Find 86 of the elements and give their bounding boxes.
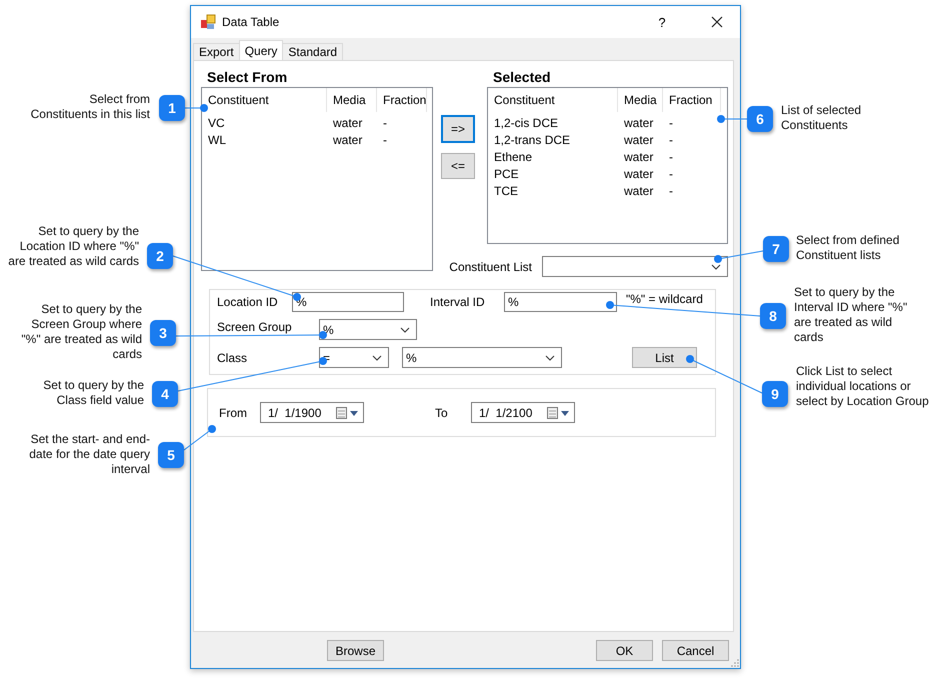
tab[interactable]: Standard: [282, 43, 344, 60]
field-label: Class: [217, 350, 248, 364]
constituent-list-dropdown[interactable]: [542, 256, 728, 277]
callout-text: Set to query by the Interval ID where "%" are treated as wild cards: [794, 285, 908, 345]
input-field[interactable]: %: [504, 292, 617, 312]
list-cell-text: WL: [207, 132, 227, 146]
list-cell-text: -: [668, 166, 674, 180]
list-cell-text: -: [668, 116, 674, 130]
list-cell-text: water: [623, 166, 654, 180]
browse-button[interactable]: Browse: [327, 640, 384, 661]
field-label: Location ID: [217, 295, 279, 309]
callout-text: Set to query by the Screen Group where "%" are treated as wild cards: [20, 302, 142, 362]
list-cell-text: -: [668, 132, 674, 146]
window-title: Data Table: [222, 15, 280, 29]
callout-badge: 5: [158, 442, 184, 468]
chevron-down-icon: [400, 326, 410, 332]
column-header[interactable]: Constituent: [488, 88, 618, 112]
date-picker[interactable]: 1/ 1/1900: [260, 402, 364, 423]
list-cell-text: -: [382, 132, 388, 146]
list-box[interactable]: Constituent Media Fraction 1,2-cis DCE water - 1,2-trans DCE water - Ethene water - PCE water - TCE water -: [487, 87, 728, 244]
leader-line: [714, 250, 764, 263]
calendar-dropdown-icon[interactable]: [547, 406, 571, 418]
field-label: Constituent List: [449, 260, 532, 274]
move-button[interactable]: =>: [441, 115, 475, 143]
callout-text: Set the start- and end-date for the date query interval: [28, 432, 150, 477]
list-cell-text: water: [623, 150, 654, 164]
list-cell-text: -: [668, 184, 674, 198]
chevron-down-icon: [545, 354, 555, 360]
callout-badge: 8: [760, 303, 786, 329]
section-heading: Select From: [206, 69, 288, 87]
tab[interactable]: Query: [238, 40, 284, 60]
callout-badge: 3: [150, 320, 176, 346]
column-header[interactable]: Fraction: [663, 88, 721, 112]
list-button[interactable]: List: [632, 347, 697, 368]
field-label: Screen Group: [217, 319, 293, 334]
callout-text: Select from defined Constituent lists: [796, 233, 900, 263]
list-cell-text: water: [623, 116, 654, 130]
list-cell-text: -: [668, 150, 674, 164]
list-cell-text: TCE: [493, 184, 519, 198]
hint-text: "%" = wildcard: [626, 292, 703, 306]
date-picker[interactable]: 1/ 1/2100: [471, 402, 575, 423]
callout-text: Set to query by the Class field value: [42, 378, 144, 408]
column-header[interactable]: Media: [618, 88, 663, 112]
help-button[interactable]: ?: [642, 7, 682, 37]
list-box[interactable]: Constituent Media Fraction VC water - WL water -: [201, 87, 433, 271]
tab[interactable]: Export: [193, 43, 240, 60]
list-cell-text: water: [623, 184, 654, 198]
chevron-down-icon: [711, 264, 721, 270]
leader-line: [184, 425, 216, 450]
list-cell-text: water: [332, 116, 364, 130]
list-cell-text: water: [332, 132, 364, 146]
leader-line: [184, 104, 208, 112]
field-label: To: [435, 406, 449, 420]
list-cell-text: Ethene: [493, 150, 534, 164]
field-label: From: [219, 406, 248, 420]
list-cell-text: water: [623, 132, 654, 146]
callout-badge: 7: [763, 236, 789, 262]
list-cell-text: VC: [207, 116, 226, 130]
cancel-button[interactable]: Cancel: [662, 640, 729, 661]
list-cell-text: -: [382, 116, 388, 130]
calendar-dropdown-icon[interactable]: [336, 406, 360, 418]
callout-text: Set to query by the Location ID where "%" are treated as wild cards: [7, 224, 139, 269]
callout-text: List of selected Constituents: [781, 103, 862, 133]
list-cell-text: PCE: [493, 166, 520, 180]
list-cell-text: 1,2-cis DCE: [493, 116, 560, 130]
callout-badge: 6: [747, 106, 773, 132]
callout-badge: 2: [147, 243, 173, 269]
ok-button[interactable]: OK: [596, 640, 653, 661]
list-cell-text: 1,2-trans DCE: [493, 132, 572, 146]
section-heading: Selected: [492, 69, 552, 87]
callout-text: Click List to select individual locations or select by Location Group: [796, 364, 930, 409]
close-icon: [711, 16, 723, 28]
move-button[interactable]: <=: [441, 153, 475, 179]
field-label: Interval ID: [430, 295, 486, 309]
callout-badge: 4: [152, 381, 178, 407]
leader-line: [717, 115, 748, 123]
callout-badge: 1: [159, 95, 185, 121]
callout-badge: 9: [762, 381, 788, 407]
column-header[interactable]: Fraction: [377, 88, 427, 112]
resize-grip-icon[interactable]: [731, 659, 739, 667]
dropdown[interactable]: %: [402, 347, 562, 368]
callout-text: Select from Constituents in this list: [30, 92, 150, 122]
column-header[interactable]: Media: [327, 88, 377, 112]
app-icon: [200, 14, 216, 30]
dropdown[interactable]: %: [319, 319, 417, 340]
chevron-down-icon: [372, 354, 382, 360]
